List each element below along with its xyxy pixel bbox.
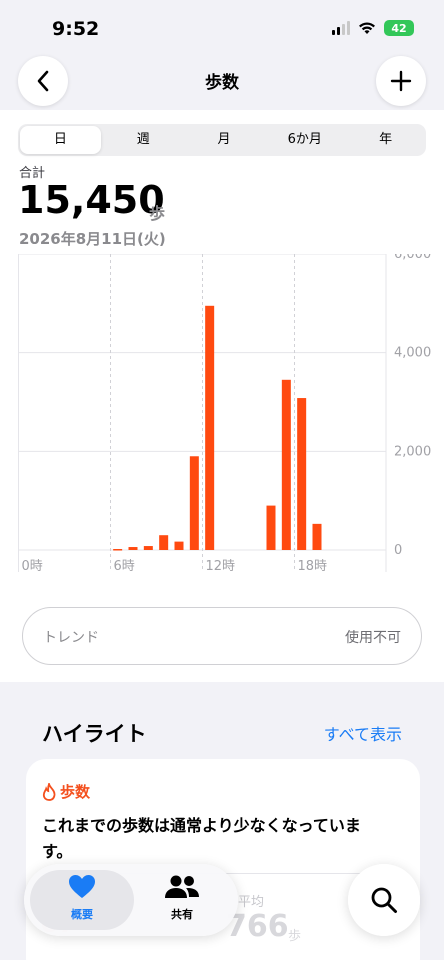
segment-month[interactable]: 月 (184, 124, 265, 156)
chart-bar (205, 305, 215, 550)
highlight-average-unit: 歩 (288, 929, 302, 944)
chart-bar (113, 549, 123, 551)
tab-sharing-label: 共有 (171, 908, 193, 921)
highlight-average-value: 766 (226, 909, 289, 944)
show-all-link[interactable]: すべて表示 (324, 721, 402, 745)
chart-bar (189, 456, 199, 550)
tab-bar: 概要 共有 (24, 864, 238, 936)
chart-bar (174, 541, 184, 550)
highlight-message: これまでの歩数は通常より少なくなっています。 (42, 816, 361, 861)
status-time: 9:52 (52, 18, 100, 40)
chart-bar (281, 379, 291, 550)
period-segmented-control: 日 週 月 6か月 年 (18, 124, 426, 156)
people-icon (165, 875, 199, 898)
segment-week[interactable]: 週 (103, 124, 184, 156)
segment-day[interactable]: 日 (20, 126, 101, 154)
trend-row[interactable]: トレンド 使用不可 (22, 607, 422, 665)
highlight-category: 歩数 (60, 783, 91, 801)
total-steps-value: 15,450 (18, 178, 165, 222)
search-icon (371, 887, 397, 913)
steps-chart[interactable]: 0 2,000 4,000 6,000 0時 6時 12時 18時 (18, 247, 438, 584)
status-icons: 42 (332, 20, 414, 36)
battery-level: 42 (391, 21, 407, 35)
highlight-average-label: 平均 (238, 895, 265, 910)
chart-bar (297, 398, 307, 550)
selected-date: 2026年8月11日(火) (19, 230, 166, 248)
wifi-icon (359, 22, 375, 34)
total-steps-unit: 歩 (149, 204, 166, 223)
add-button[interactable] (376, 56, 426, 106)
tab-summary[interactable]: 概要 (30, 874, 134, 922)
chart-bar (159, 535, 169, 550)
flame-icon (42, 782, 56, 801)
highlight-card-header: 歩数 (42, 781, 90, 802)
trend-label: トレンド (43, 630, 99, 646)
chart-bar (312, 523, 322, 550)
chart-bar (266, 505, 276, 550)
battery-icon: 42 (384, 20, 414, 36)
chart-bar (128, 547, 138, 550)
plus-icon (390, 70, 412, 92)
search-button[interactable] (348, 864, 420, 936)
segment-year[interactable]: 年 (345, 124, 426, 156)
heart-icon (69, 875, 95, 898)
x-tick-label: 12時 (206, 559, 236, 574)
x-tick-label: 6時 (114, 559, 135, 574)
y-tick-label: 0 (394, 543, 402, 558)
tab-sharing[interactable]: 共有 (130, 874, 234, 922)
x-tick-label: 0時 (22, 559, 43, 574)
tab-summary-label: 概要 (71, 908, 93, 921)
x-tick-label: 18時 (298, 559, 328, 574)
y-tick-label: 6,000 (394, 254, 431, 262)
status-bar: 9:52 42 (0, 0, 444, 56)
highlights-title: ハイライト (42, 722, 147, 746)
chart-bar (143, 546, 153, 550)
steps-chart-svg: 0 2,000 4,000 6,000 0時 6時 12時 18時 (18, 247, 431, 574)
signal-icon (332, 21, 350, 35)
trend-status: 使用不可 (345, 630, 401, 646)
segment-6months[interactable]: 6か月 (264, 124, 345, 156)
y-tick-label: 4,000 (394, 346, 431, 361)
y-tick-label: 2,000 (394, 444, 431, 459)
